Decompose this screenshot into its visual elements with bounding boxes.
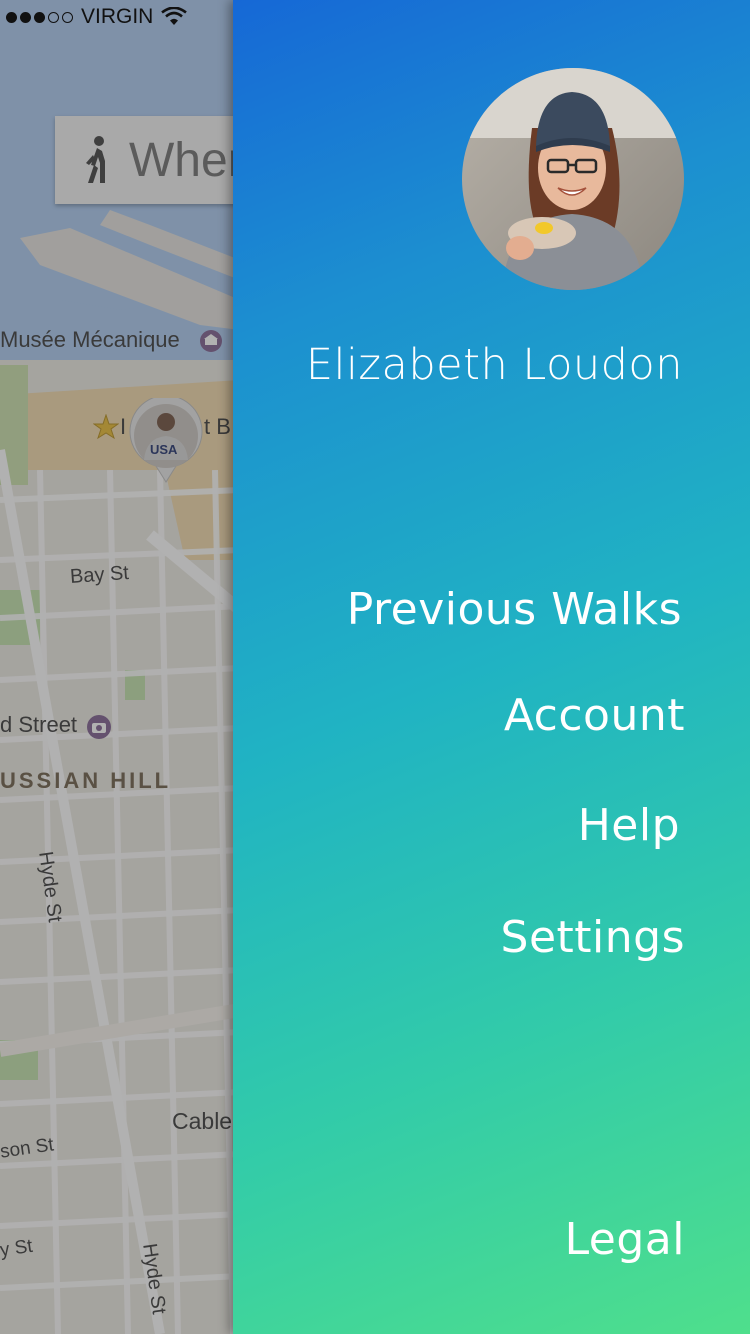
destination-search-box[interactable]: Wher <box>55 116 255 204</box>
menu-item-legal[interactable]: Legal <box>565 1214 685 1265</box>
status-bar: VIRGIN <box>0 0 239 34</box>
side-menu-drawer: Elizabeth Loudon Previous Walks Account … <box>233 0 750 1334</box>
signal-strength-icon <box>6 11 73 23</box>
menu-item-previous-walks[interactable]: Previous Walks <box>347 584 682 635</box>
user-name: Elizabeth Loudon <box>305 340 683 390</box>
carrier-name: VIRGIN <box>81 5 154 28</box>
search-input[interactable]: Wher <box>129 133 244 188</box>
menu-item-account[interactable]: Account <box>504 690 685 741</box>
wifi-icon <box>161 7 188 25</box>
profile-avatar[interactable] <box>462 68 684 290</box>
menu-item-settings[interactable]: Settings <box>501 912 685 963</box>
menu-item-help[interactable]: Help <box>578 800 680 851</box>
walking-person-icon <box>86 136 105 183</box>
profile-photo-image <box>462 68 684 290</box>
